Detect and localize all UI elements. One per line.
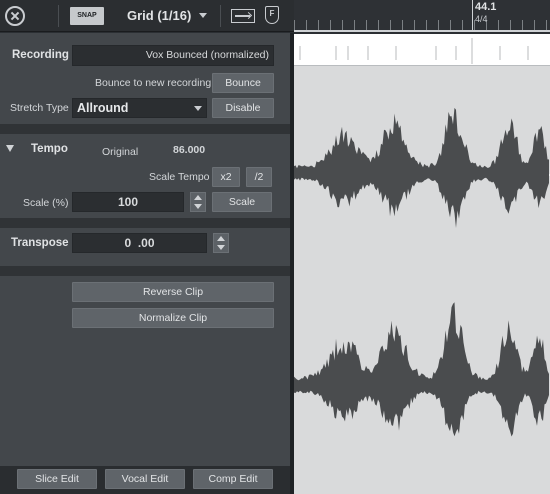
ruler-tick: [294, 20, 550, 30]
stretch-icon[interactable]: [231, 9, 255, 23]
stepper-up-icon[interactable]: [194, 195, 202, 200]
section-divider: [0, 218, 290, 228]
chevron-down-icon[interactable]: [199, 13, 207, 18]
normalize-clip-button[interactable]: Normalize Clip: [72, 308, 274, 328]
slice-edit-button[interactable]: Slice Edit: [17, 469, 97, 489]
stretch-type-select[interactable]: Allround: [72, 98, 207, 118]
section-divider: [0, 266, 290, 276]
stretch-type-label: Stretch Type: [10, 102, 69, 114]
grid-dropdown[interactable]: Grid (1/16): [127, 8, 191, 23]
waveform-channel-right: [294, 302, 549, 437]
original-tempo-label: Original: [102, 146, 139, 158]
close-icon[interactable]: [5, 6, 25, 26]
transpose-stepper[interactable]: [213, 233, 229, 253]
snap-button[interactable]: SNAP: [70, 7, 104, 25]
scale-percent-field[interactable]: 100: [72, 192, 184, 212]
slice-markers: [299, 38, 529, 64]
waveform: [294, 107, 550, 437]
stepper-down-icon[interactable]: [217, 245, 225, 250]
scale-percent-label: Scale (%): [23, 197, 69, 209]
tempo-collapse-icon[interactable]: [6, 145, 14, 152]
bounce-description: Bounce to new recording: [95, 77, 212, 89]
bounce-button[interactable]: Bounce: [212, 73, 274, 93]
original-tempo-value: 86.000: [173, 144, 206, 156]
transpose-field[interactable]: 0 .00: [72, 233, 207, 253]
transpose-label: Transpose: [11, 237, 69, 249]
waveform-channel-left: [294, 107, 549, 228]
section-divider: [0, 124, 290, 134]
editor-toolbar: SNAP Grid (1/16) F: [0, 0, 294, 32]
vocal-edit-button[interactable]: Vocal Edit: [105, 469, 185, 489]
recording-name-field[interactable]: Vox Bounced (normalized): [72, 45, 274, 66]
slice-marker-strip[interactable]: [294, 34, 550, 66]
recording-section-label: Recording: [12, 49, 69, 61]
tempo-section-label: Tempo: [31, 143, 68, 155]
reverse-clip-button[interactable]: Reverse Clip: [72, 282, 274, 302]
scale-stepper[interactable]: [190, 192, 206, 212]
scale-tempo-label: Scale Tempo: [149, 171, 210, 183]
stretch-type-value: Allround: [77, 101, 129, 115]
toolbar-divider: [220, 5, 221, 27]
comp-edit-button[interactable]: Comp Edit: [193, 469, 273, 489]
timeline-ruler[interactable]: 44.1 4/4: [294, 0, 550, 32]
tempo-double-button[interactable]: x2: [212, 167, 240, 187]
tempo-half-button[interactable]: /2: [246, 167, 272, 187]
stepper-down-icon[interactable]: [194, 204, 202, 209]
scale-button[interactable]: Scale: [212, 192, 272, 212]
disable-button[interactable]: Disable: [212, 98, 274, 118]
chevron-down-icon: [194, 106, 202, 111]
time-signature: 4/4: [475, 14, 488, 24]
follow-icon[interactable]: F: [265, 6, 279, 24]
bar-number: 44.1: [475, 1, 497, 13]
toolbar-divider: [58, 5, 59, 27]
bar-marker-line: [472, 0, 473, 32]
waveform-area[interactable]: [294, 66, 550, 494]
stepper-up-icon[interactable]: [217, 236, 225, 241]
